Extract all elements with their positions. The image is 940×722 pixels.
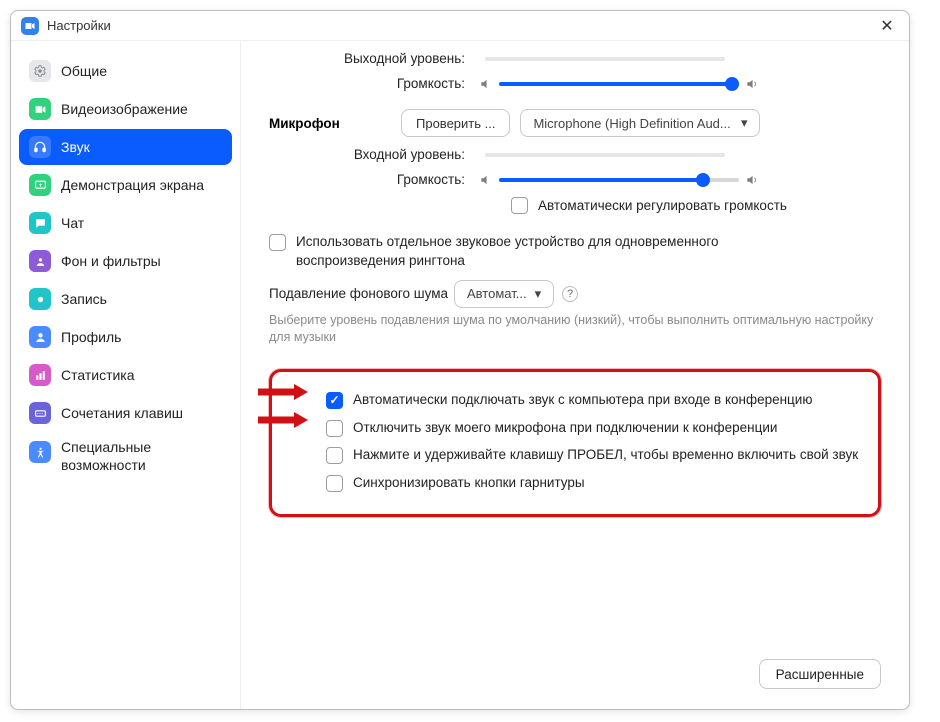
noise-suppression-value: Автомат... [467, 286, 527, 301]
mic-volume-slider[interactable] [499, 178, 739, 182]
video-icon [29, 98, 51, 120]
sidebar-item-label: Видеоизображение [61, 101, 188, 117]
speaker-high-icon [745, 173, 759, 187]
speaker-low-icon [479, 77, 493, 91]
sidebar-item-recording[interactable]: Запись [19, 281, 232, 317]
gear-icon [29, 60, 51, 82]
titlebar: Настройки ✕ [11, 11, 909, 41]
sidebar-item-label: Сочетания клавиш [61, 405, 183, 421]
sidebar-item-label: Статистика [61, 367, 135, 383]
annotation-arrow-1 [256, 382, 310, 402]
chevron-down-icon: ▾ [535, 286, 542, 302]
sidebar-item-label: Звук [61, 139, 90, 155]
sidebar-item-audio[interactable]: Звук [19, 129, 232, 165]
mic-volume-label: Громкость: [269, 172, 479, 187]
content: Выходной уровень: Громкость: Микрофон Пр… [241, 41, 909, 709]
sidebar-item-label: Специальные возможности [61, 439, 222, 474]
mute-mic-on-join-checkbox[interactable] [326, 420, 343, 437]
input-level-label: Входной уровень: [269, 147, 479, 162]
chat-icon [29, 212, 51, 234]
advanced-button-label: Расширенные [776, 667, 864, 682]
annotation-arrow-2 [256, 410, 310, 430]
sidebar-item-chat[interactable]: Чат [19, 205, 232, 241]
help-icon[interactable]: ? [562, 286, 578, 302]
separate-ringtone-label: Использовать отдельное звуковое устройст… [296, 233, 726, 271]
highlighted-options-box: Автоматически подключать звук с компьюте… [269, 369, 881, 518]
noise-suppression-hint: Выберите уровень подавления шума по умол… [269, 312, 881, 347]
sidebar-item-statistics[interactable]: Статистика [19, 357, 232, 393]
input-level-meter [485, 153, 725, 157]
sidebar-item-accessibility[interactable]: Специальные возможности [19, 433, 232, 480]
sidebar-item-shortcuts[interactable]: Сочетания клавиш [19, 395, 232, 431]
mic-test-button[interactable]: Проверить ... [401, 109, 510, 137]
output-level-label: Выходной уровень: [269, 51, 479, 66]
sidebar-item-label: Фон и фильтры [61, 253, 161, 269]
advanced-button[interactable]: Расширенные [759, 659, 881, 689]
sidebar-item-label: Демонстрация экрана [61, 177, 204, 193]
noise-suppression-select[interactable]: Автомат... ▾ [454, 280, 554, 308]
keyboard-icon [29, 402, 51, 424]
speaker-low-icon [479, 173, 493, 187]
auto-join-audio-label: Автоматически подключать звук с компьюте… [353, 391, 812, 410]
push-to-talk-checkbox[interactable] [326, 447, 343, 464]
stats-icon [29, 364, 51, 386]
record-icon [29, 288, 51, 310]
noise-suppression-label: Подавление фонового шума [269, 286, 448, 301]
sidebar: Общие Видеоизображение Звук Демонстрация… [11, 41, 241, 709]
chevron-down-icon: ▾ [741, 115, 748, 131]
app-icon [21, 17, 39, 35]
speaker-high-icon [745, 77, 759, 91]
sidebar-item-general[interactable]: Общие [19, 53, 232, 89]
close-button[interactable]: ✕ [875, 14, 899, 38]
auto-adjust-volume-label: Автоматически регулировать громкость [538, 197, 787, 216]
sidebar-item-share-screen[interactable]: Демонстрация экрана [19, 167, 232, 203]
sync-headset-buttons-label: Синхронизировать кнопки гарнитуры [353, 474, 585, 493]
mute-mic-on-join-label: Отключить звук моего микрофона при подкл… [353, 419, 777, 438]
sidebar-item-label: Общие [61, 63, 107, 79]
mic-device-select[interactable]: Microphone (High Definition Aud... ▾ [520, 109, 760, 137]
accessibility-icon [29, 441, 51, 463]
output-level-meter [485, 57, 725, 61]
mic-device-value: Microphone (High Definition Aud... [533, 116, 730, 131]
auto-join-audio-checkbox[interactable] [326, 392, 343, 409]
microphone-heading: Микрофон [269, 116, 340, 131]
sync-headset-buttons-checkbox[interactable] [326, 475, 343, 492]
profile-icon [29, 326, 51, 348]
sidebar-item-label: Запись [61, 291, 107, 307]
speaker-volume-slider[interactable] [499, 82, 739, 86]
sidebar-item-label: Профиль [61, 329, 121, 345]
background-icon [29, 250, 51, 272]
sidebar-item-label: Чат [61, 215, 84, 231]
mic-test-label: Проверить ... [416, 116, 495, 131]
headphones-icon [29, 136, 51, 158]
sidebar-item-profile[interactable]: Профиль [19, 319, 232, 355]
window-title: Настройки [47, 18, 111, 33]
speaker-volume-label: Громкость: [269, 76, 479, 91]
settings-window: Настройки ✕ Общие Видеоизображение Звук … [10, 10, 910, 710]
share-screen-icon [29, 174, 51, 196]
sidebar-item-video[interactable]: Видеоизображение [19, 91, 232, 127]
push-to-talk-label: Нажмите и удерживайте клавишу ПРОБЕЛ, чт… [353, 446, 858, 465]
sidebar-item-background[interactable]: Фон и фильтры [19, 243, 232, 279]
auto-adjust-volume-checkbox[interactable] [511, 197, 528, 214]
separate-ringtone-checkbox[interactable] [269, 234, 286, 251]
